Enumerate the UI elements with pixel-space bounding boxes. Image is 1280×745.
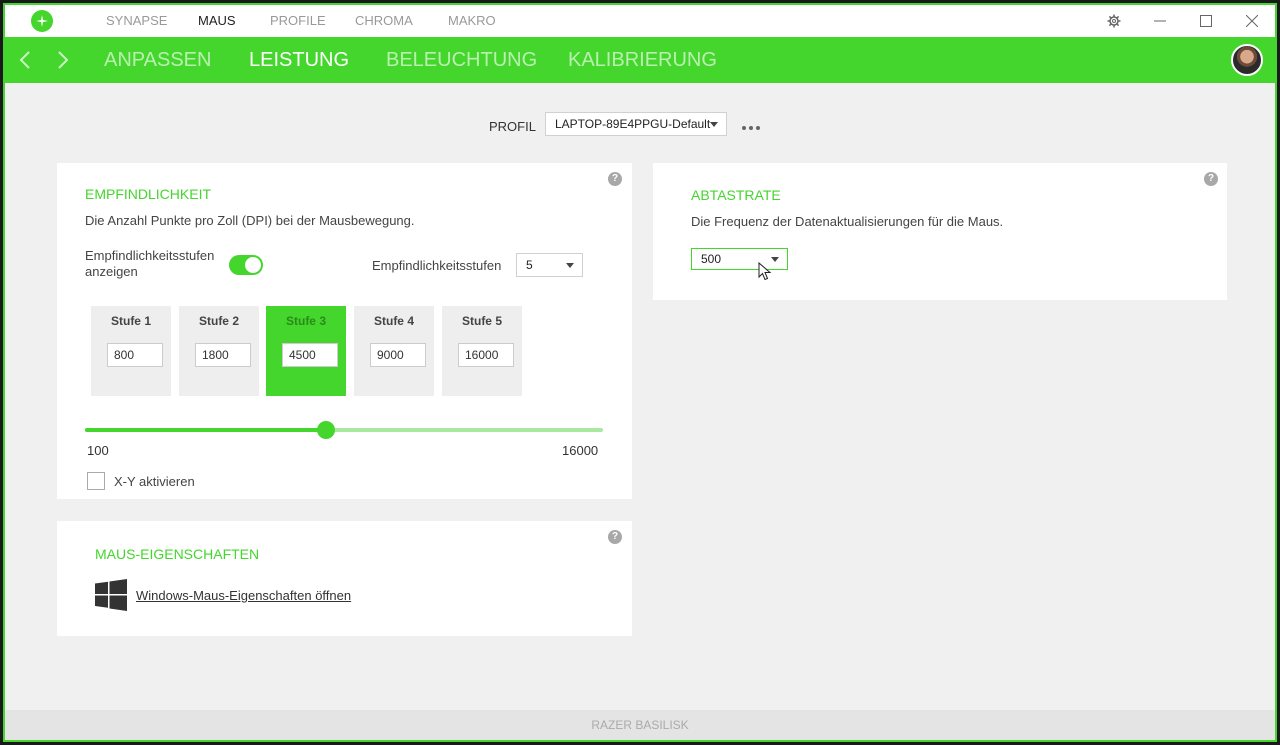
user-avatar[interactable] bbox=[1231, 44, 1263, 76]
dpi-slider-fill bbox=[85, 428, 326, 432]
profile-label: PROFIL bbox=[489, 119, 536, 134]
dpi-slider[interactable] bbox=[85, 421, 603, 439]
chevron-down-icon bbox=[710, 122, 718, 127]
stage-4[interactable]: Stufe 4 9000 bbox=[354, 306, 434, 396]
minimize-icon[interactable] bbox=[1137, 5, 1183, 37]
stage-2[interactable]: Stufe 2 1800 bbox=[179, 306, 259, 396]
razer-synapse-window: SYNAPSE MAUS PROFILE CHROMA MAKRO ANPASS… bbox=[3, 3, 1277, 742]
stage-dpi-input[interactable]: 800 bbox=[107, 343, 163, 367]
forward-arrow-icon[interactable] bbox=[51, 49, 73, 71]
stage-dpi-input[interactable]: 4500 bbox=[282, 343, 338, 367]
nav-chroma[interactable]: CHROMA bbox=[355, 5, 413, 37]
stage-label: Stufe 2 bbox=[198, 314, 239, 328]
nav-synapse[interactable]: SYNAPSE bbox=[106, 5, 167, 37]
show-stages-label: Empfindlichkeitsstufen bbox=[85, 248, 215, 263]
mouse-cursor-icon bbox=[758, 261, 772, 287]
polling-rate-dropdown[interactable]: 500 bbox=[691, 248, 788, 270]
polling-rate-value: 500 bbox=[701, 252, 722, 266]
more-options-icon[interactable] bbox=[742, 123, 764, 133]
sensitivity-card: ? EMPFINDLICHKEIT Die Anzahl Punkte pro … bbox=[57, 163, 632, 499]
nav-maus[interactable]: MAUS bbox=[198, 5, 236, 37]
polling-rate-card: ? ABTASTRATE Die Frequenz der Datenaktua… bbox=[653, 163, 1227, 300]
tab-leistung[interactable]: LEISTUNG bbox=[249, 37, 349, 83]
stage-count-label: Empfindlichkeitsstufen bbox=[372, 258, 502, 273]
tab-kalibrierung[interactable]: KALIBRIERUNG bbox=[568, 37, 717, 83]
gear-icon[interactable] bbox=[1091, 5, 1137, 37]
stage-label: Stufe 3 bbox=[285, 314, 326, 328]
nav-makro[interactable]: MAKRO bbox=[448, 5, 496, 37]
sensitivity-description: Die Anzahl Punkte pro Zoll (DPI) bei der… bbox=[85, 213, 415, 228]
help-icon[interactable]: ? bbox=[1204, 172, 1218, 186]
stage-dpi-input[interactable]: 1800 bbox=[195, 343, 251, 367]
open-windows-mouse-properties-link[interactable]: Windows-Maus-Eigenschaften öffnen bbox=[136, 588, 351, 603]
chevron-down-icon bbox=[566, 263, 574, 268]
sensitivity-title: EMPFINDLICHKEIT bbox=[85, 186, 212, 202]
stage-3[interactable]: Stufe 3 4500 bbox=[266, 306, 346, 396]
maximize-icon[interactable] bbox=[1183, 5, 1229, 37]
xy-label: X-Y aktivieren bbox=[114, 474, 195, 489]
mouse-properties-title: MAUS-EIGENSCHAFTEN bbox=[95, 546, 260, 562]
xy-checkbox[interactable] bbox=[87, 472, 105, 490]
sub-nav-bar: ANPASSEN LEISTUNG BELEUCHTUNG KALIBRIERU… bbox=[5, 37, 1275, 83]
dpi-slider-handle[interactable] bbox=[317, 421, 335, 439]
profile-dropdown[interactable]: LAPTOP-89E4PPGU-Default bbox=[545, 112, 727, 136]
show-stages-toggle[interactable] bbox=[229, 255, 263, 275]
back-arrow-icon[interactable] bbox=[15, 49, 37, 71]
tab-beleuchtung[interactable]: BELEUCHTUNG bbox=[386, 37, 537, 83]
stage-dpi-input[interactable]: 16000 bbox=[458, 343, 514, 367]
stage-1[interactable]: Stufe 1 800 bbox=[91, 306, 171, 396]
mouse-properties-card: ? MAUS-EIGENSCHAFTEN Windows-Maus-Eigens… bbox=[57, 521, 632, 636]
stage-label: Stufe 1 bbox=[110, 314, 151, 328]
stage-dpi-input[interactable]: 9000 bbox=[370, 343, 426, 367]
toggle-knob bbox=[245, 257, 261, 273]
razer-logo-icon[interactable] bbox=[31, 10, 53, 32]
stage-5[interactable]: Stufe 5 16000 bbox=[442, 306, 522, 396]
profile-dropdown-value: LAPTOP-89E4PPGU-Default bbox=[555, 117, 711, 131]
close-icon[interactable] bbox=[1229, 5, 1275, 37]
show-stages-label-line2: anzeigen bbox=[85, 264, 138, 279]
polling-rate-description: Die Frequenz der Datenaktualisierungen f… bbox=[691, 214, 1004, 229]
stage-label: Stufe 4 bbox=[373, 314, 414, 328]
nav-profile[interactable]: PROFILE bbox=[270, 5, 326, 37]
stage-count-dropdown[interactable]: 5 bbox=[516, 253, 583, 277]
stage-label: Stufe 5 bbox=[461, 314, 502, 328]
stage-count-value: 5 bbox=[526, 258, 533, 272]
slider-max-label: 16000 bbox=[562, 443, 599, 458]
title-bar: SYNAPSE MAUS PROFILE CHROMA MAKRO bbox=[5, 5, 1275, 37]
windows-logo-icon bbox=[95, 579, 127, 616]
help-icon[interactable]: ? bbox=[608, 172, 622, 186]
polling-rate-title: ABTASTRATE bbox=[691, 187, 781, 203]
tab-anpassen[interactable]: ANPASSEN bbox=[104, 37, 211, 83]
device-status-bar: RAZER BASILISK bbox=[5, 710, 1275, 740]
chevron-down-icon bbox=[771, 257, 779, 262]
slider-min-label: 100 bbox=[87, 443, 109, 458]
window-controls bbox=[1091, 5, 1275, 37]
help-icon[interactable]: ? bbox=[608, 530, 622, 544]
